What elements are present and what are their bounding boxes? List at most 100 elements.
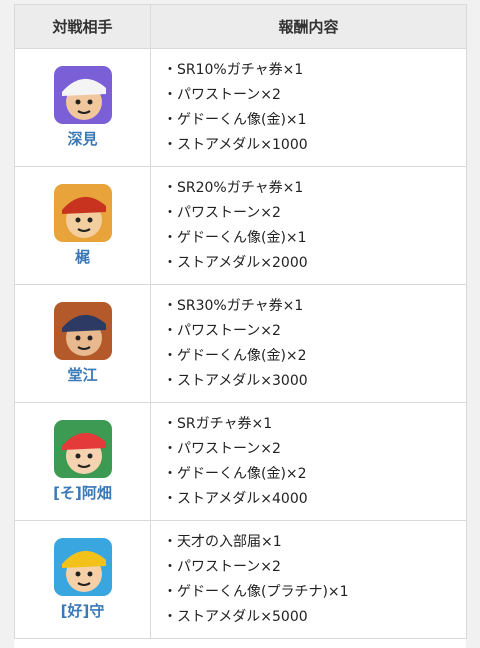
reward-text: パワストーン×2 [177, 86, 281, 103]
bullet-icon: ・ [163, 465, 177, 482]
reward-list: ・SR30%ガチャ券×1 ・パワストーン×2 ・ゲドーくん像(金)×2 ・ストア… [163, 294, 466, 394]
reward-text: ゲドーくん像(金)×1 [177, 229, 307, 246]
rewards-cell: ・SR20%ガチャ券×1 ・パワストーン×2 ・ゲドーくん像(金)×1 ・ストア… [150, 166, 467, 285]
opponent-cell: 堂江 [14, 284, 151, 403]
reward-item: ・パワストーン×2 [163, 83, 466, 108]
reward-item: ・SR20%ガチャ券×1 [163, 176, 466, 201]
reward-item: ・ゲドーくん像(金)×1 [163, 108, 466, 133]
bullet-icon: ・ [163, 179, 177, 196]
avatar-portrait [53, 420, 112, 478]
rewards-cell: ・SR10%ガチャ券×1 ・パワストーン×2 ・ゲドーくん像(金)×1 ・ストア… [150, 48, 467, 167]
opponent-name[interactable]: [好]守 [15, 600, 150, 621]
table-header-row: 対戦相手 報酬内容 [14, 4, 467, 49]
table-row: [そ]阿畑 ・SRガチャ券×1 ・パワストーン×2 ・ゲドーくん像(金)×2 ・… [14, 402, 467, 521]
table-row: [好]守 ・天才の入部届×1 ・パワストーン×2 ・ゲドーくん像(プラチナ)×1… [14, 520, 467, 639]
bullet-icon: ・ [163, 61, 177, 78]
character-avatar-icon[interactable] [53, 538, 112, 596]
rewards-cell: ・天才の入部届×1 ・パワストーン×2 ・ゲドーくん像(プラチナ)×1 ・ストア… [150, 520, 467, 639]
table-row: 深見 ・SR10%ガチャ券×1 ・パワストーン×2 ・ゲドーくん像(金)×1 ・… [14, 48, 467, 167]
bullet-icon: ・ [163, 558, 177, 575]
reward-text: SR20%ガチャ券×1 [177, 179, 304, 196]
bullet-icon: ・ [163, 204, 177, 221]
bullet-icon: ・ [163, 322, 177, 339]
reward-item: ・ストアメダル×3000 [163, 369, 466, 394]
reward-list: ・SR20%ガチャ券×1 ・パワストーン×2 ・ゲドーくん像(金)×1 ・ストア… [163, 176, 466, 276]
reward-item: ・ストアメダル×5000 [163, 605, 466, 630]
bullet-icon: ・ [163, 86, 177, 103]
bullet-icon: ・ [163, 608, 177, 625]
reward-item: ・ゲドーくん像(金)×2 [163, 462, 466, 487]
bullet-icon: ・ [163, 136, 177, 153]
reward-item: ・ストアメダル×4000 [163, 487, 466, 512]
bullet-icon: ・ [163, 229, 177, 246]
reward-item: ・パワストーン×2 [163, 319, 466, 344]
bullet-icon: ・ [163, 415, 177, 432]
character-avatar-icon[interactable] [53, 302, 112, 360]
reward-item: ・ストアメダル×2000 [163, 251, 466, 276]
reward-table-container: 対戦相手 報酬内容 深見 ・SR10%ガチャ券×1 ・パワストーン×2 ・ゲドー… [14, 4, 467, 648]
reward-item: ・パワストーン×2 [163, 555, 466, 580]
reward-table: 対戦相手 報酬内容 深見 ・SR10%ガチャ券×1 ・パワストーン×2 ・ゲドー… [14, 4, 467, 639]
reward-text: 天才の入部届×1 [177, 533, 282, 550]
reward-item: ・SR30%ガチャ券×1 [163, 294, 466, 319]
bullet-icon: ・ [163, 533, 177, 550]
opponent-name[interactable]: [そ]阿畑 [15, 482, 150, 503]
character-avatar-icon[interactable] [53, 66, 112, 124]
header-rewards: 報酬内容 [150, 4, 467, 49]
avatar-portrait [53, 66, 112, 124]
reward-text: ゲドーくん像(プラチナ)×1 [177, 583, 349, 600]
opponent-cell: 深見 [14, 48, 151, 167]
reward-text: ストアメダル×5000 [177, 608, 308, 625]
reward-text: ゲドーくん像(金)×2 [177, 347, 307, 364]
character-avatar-icon[interactable] [53, 420, 112, 478]
reward-text: ストアメダル×3000 [177, 372, 308, 389]
reward-item: ・天才の入部届×1 [163, 530, 466, 555]
opponent-cell: [そ]阿畑 [14, 402, 151, 521]
reward-text: SRガチャ券×1 [177, 415, 273, 432]
rewards-cell: ・SR30%ガチャ券×1 ・パワストーン×2 ・ゲドーくん像(金)×2 ・ストア… [150, 284, 467, 403]
bullet-icon: ・ [163, 254, 177, 271]
table-row: 堂江 ・SR30%ガチャ券×1 ・パワストーン×2 ・ゲドーくん像(金)×2 ・… [14, 284, 467, 403]
avatar-portrait [53, 538, 112, 596]
reward-text: ゲドーくん像(金)×1 [177, 111, 307, 128]
opponent-name[interactable]: 梶 [15, 246, 150, 267]
reward-text: パワストーン×2 [177, 322, 281, 339]
bullet-icon: ・ [163, 372, 177, 389]
reward-item: ・パワストーン×2 [163, 437, 466, 462]
reward-text: SR10%ガチャ券×1 [177, 61, 304, 78]
opponent-cell: 梶 [14, 166, 151, 285]
reward-item: ・ゲドーくん像(金)×1 [163, 226, 466, 251]
bullet-icon: ・ [163, 583, 177, 600]
table-row: 梶 ・SR20%ガチャ券×1 ・パワストーン×2 ・ゲドーくん像(金)×1 ・ス… [14, 166, 467, 285]
bullet-icon: ・ [163, 347, 177, 364]
opponent-cell: [好]守 [14, 520, 151, 639]
bullet-icon: ・ [163, 297, 177, 314]
reward-list: ・天才の入部届×1 ・パワストーン×2 ・ゲドーくん像(プラチナ)×1 ・ストア… [163, 530, 466, 630]
rewards-cell: ・SRガチャ券×1 ・パワストーン×2 ・ゲドーくん像(金)×2 ・ストアメダル… [150, 402, 467, 521]
avatar-portrait [53, 184, 112, 242]
reward-text: ストアメダル×1000 [177, 136, 308, 153]
opponent-name[interactable]: 深見 [15, 128, 150, 149]
bullet-icon: ・ [163, 490, 177, 507]
avatar-portrait [53, 302, 112, 360]
reward-item: ・ゲドーくん像(金)×2 [163, 344, 466, 369]
header-opponent: 対戦相手 [14, 4, 151, 49]
reward-text: パワストーン×2 [177, 204, 281, 221]
reward-text: パワストーン×2 [177, 440, 281, 457]
reward-item: ・SR10%ガチャ券×1 [163, 58, 466, 83]
reward-list: ・SRガチャ券×1 ・パワストーン×2 ・ゲドーくん像(金)×2 ・ストアメダル… [163, 412, 466, 512]
reward-list: ・SR10%ガチャ券×1 ・パワストーン×2 ・ゲドーくん像(金)×1 ・ストア… [163, 58, 466, 158]
reward-text: SR30%ガチャ券×1 [177, 297, 304, 314]
reward-text: ゲドーくん像(金)×2 [177, 465, 307, 482]
bullet-icon: ・ [163, 440, 177, 457]
reward-item: ・パワストーン×2 [163, 201, 466, 226]
reward-item: ・ストアメダル×1000 [163, 133, 466, 158]
bullet-icon: ・ [163, 111, 177, 128]
opponent-name[interactable]: 堂江 [15, 364, 150, 385]
reward-item: ・ゲドーくん像(プラチナ)×1 [163, 580, 466, 605]
reward-text: ストアメダル×4000 [177, 490, 308, 507]
reward-text: ストアメダル×2000 [177, 254, 308, 271]
character-avatar-icon[interactable] [53, 184, 112, 242]
reward-item: ・SRガチャ券×1 [163, 412, 466, 437]
reward-text: パワストーン×2 [177, 558, 281, 575]
